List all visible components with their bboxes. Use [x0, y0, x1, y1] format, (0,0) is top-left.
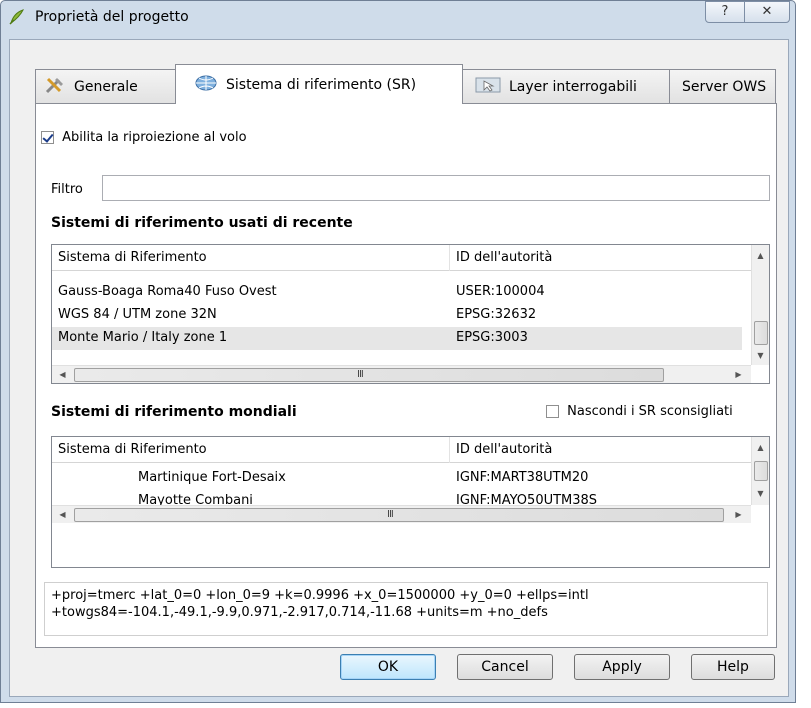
column-header-crs[interactable]: Sistema di Riferimento [58, 442, 207, 457]
world-vertical-scrollbar[interactable]: ▲ ▼ [751, 437, 769, 505]
table-row[interactable]: Mayotte Combani IGNF:MAYO50UTM38S [52, 490, 742, 506]
recent-vertical-scrollbar[interactable]: ▲ ▼ [751, 245, 769, 365]
world-horizontal-scrollbar[interactable]: ◀ III ▶ [52, 505, 751, 523]
apply-button[interactable]: Apply [574, 654, 670, 680]
cancel-button[interactable]: Cancel [457, 654, 553, 680]
crs-name-cell: Gauss-Boaga Roma40 Fuso Ovest [58, 284, 277, 299]
scroll-up-icon[interactable]: ▲ [752, 247, 769, 264]
world-table-header: Sistema di Riferimento ID dell'autorità [52, 437, 769, 463]
table-row[interactable]: WGS 84 / UTM zone 32N EPSG:32632 [52, 304, 742, 327]
close-button[interactable]: ✕ [744, 1, 790, 23]
tools-icon [44, 75, 66, 99]
tab-label: Server OWS [682, 78, 767, 95]
tab-label: Generale [74, 78, 138, 95]
tab-label: Sistema di riferimento (SR) [226, 76, 417, 93]
scroll-right-icon[interactable]: ▶ [730, 506, 747, 523]
scrollbar-thumb[interactable] [754, 461, 768, 481]
proj4-definition-text: +proj=tmerc +lat_0=0 +lon_0=9 +k=0.9996 … [44, 582, 768, 636]
crs-name-cell: Monte Mario / Italy zone 1 [58, 330, 228, 345]
tab-server-ows[interactable]: Server OWS [669, 69, 776, 103]
column-header-authority-id[interactable]: ID dell'autorità [456, 442, 552, 457]
window-title: Proprietà del progetto [35, 9, 189, 25]
context-help-button[interactable]: ? [705, 1, 745, 23]
scroll-down-icon[interactable]: ▼ [752, 347, 769, 364]
scroll-up-icon[interactable]: ▲ [752, 439, 769, 456]
recent-table-header: Sistema di Riferimento ID dell'autorità [52, 245, 769, 271]
authority-id-cell: EPSG:3003 [456, 330, 528, 345]
tab-sistema-riferimento[interactable]: Sistema di riferimento (SR) [175, 64, 463, 104]
hide-deprecated-row: Nascondi i SR sconsigliati [546, 404, 733, 419]
scroll-left-icon[interactable]: ◀ [54, 366, 71, 383]
world-crs-table: Sistema di Riferimento ID dell'autorità … [51, 436, 770, 568]
filter-label: Filtro [51, 182, 83, 197]
scroll-grip: III [357, 369, 364, 380]
scrollbar-thumb[interactable]: III [74, 368, 664, 382]
table-row-selected[interactable]: Monte Mario / Italy zone 1 EPSG:3003 [52, 327, 742, 350]
reprojection-row: Abilita la riproiezione al volo [41, 130, 247, 145]
hide-deprecated-checkbox[interactable] [546, 405, 559, 418]
recent-crs-title: Sistemi di riferimento usati di recente [51, 215, 353, 231]
tab-generale[interactable]: Generale [35, 69, 176, 103]
world-crs-title: Sistemi di riferimento mondiali [51, 404, 297, 420]
scroll-down-icon[interactable]: ▼ [752, 485, 769, 502]
scrollbar-thumb[interactable] [754, 321, 768, 345]
dialog-client-area: Generale Sistema di riferimento (SR) Lay… [9, 39, 789, 697]
scrollbar-thumb[interactable]: III [74, 508, 724, 522]
crs-name-cell: Martinique Fort-Desaix [138, 470, 286, 485]
hide-deprecated-label: Nascondi i SR sconsigliati [567, 404, 733, 419]
table-row[interactable]: Gauss-Boaga Roma40 Fuso Ovest USER:10000… [52, 281, 742, 304]
ok-button[interactable]: OK [340, 654, 436, 680]
scroll-right-icon[interactable]: ▶ [730, 366, 747, 383]
crs-name-cell: WGS 84 / UTM zone 32N [58, 307, 217, 322]
reprojection-checkbox[interactable] [41, 131, 54, 144]
column-header-crs[interactable]: Sistema di Riferimento [58, 250, 207, 265]
title-bar: Proprietà del progetto ? ✕ [1, 1, 795, 39]
help-button[interactable]: Help [691, 654, 775, 680]
scroll-left-icon[interactable]: ◀ [54, 506, 71, 523]
authority-id-cell: IGNF:MART38UTM20 [456, 470, 589, 485]
column-header-authority-id[interactable]: ID dell'autorità [456, 250, 552, 265]
column-separator [449, 437, 450, 463]
help-icon: ? [721, 4, 729, 19]
project-properties-window: Proprietà del progetto ? ✕ Generale Sist… [0, 0, 796, 703]
scroll-grip: III [387, 509, 394, 520]
column-separator [449, 245, 450, 271]
globe-icon [194, 72, 218, 98]
close-icon: ✕ [761, 4, 773, 19]
crs-tab-pane: Abilita la riproiezione al volo Filtro S… [35, 103, 777, 648]
filter-input[interactable] [102, 175, 770, 201]
proj4-line-1: +proj=tmerc +lat_0=0 +lon_0=9 +k=0.9996 … [51, 588, 589, 603]
tab-layer-interrogabili[interactable]: Layer interrogabili [462, 69, 670, 103]
recent-horizontal-scrollbar[interactable]: ◀ III ▶ [52, 365, 751, 383]
identify-layer-icon [475, 76, 501, 98]
qgis-logo-icon [8, 8, 26, 26]
authority-id-cell: USER:100004 [456, 284, 545, 299]
authority-id-cell: EPSG:32632 [456, 307, 537, 322]
table-row[interactable]: Martinique Fort-Desaix IGNF:MART38UTM20 [52, 467, 742, 490]
recent-crs-table: Sistema di Riferimento ID dell'autorità … [51, 244, 770, 384]
proj4-line-2: +towgs84=-104.1,-49.1,-9.9,0.971,-2.917,… [51, 605, 548, 620]
tab-label: Layer interrogabili [509, 78, 637, 95]
reprojection-label: Abilita la riproiezione al volo [62, 130, 247, 145]
